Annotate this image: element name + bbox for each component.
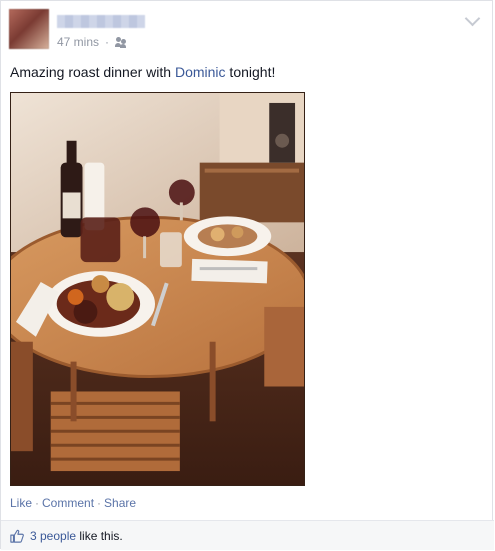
meta-separator: · — [105, 35, 110, 49]
roast-dinner-photo — [11, 93, 304, 485]
action-separator: · — [35, 496, 40, 510]
comment-link[interactable]: Comment — [42, 496, 94, 510]
avatar[interactable] — [9, 9, 49, 49]
like-link[interactable]: Like — [10, 496, 32, 510]
likes-summary: 3 people like this. — [30, 529, 123, 543]
post-text: Amazing roast dinner with Dominic tonigh… — [10, 64, 275, 80]
tagged-person-link[interactable]: Dominic — [175, 64, 226, 80]
likes-suffix: like this. — [76, 528, 123, 543]
likes-bar: 3 people like this. — [1, 520, 494, 550]
post-meta: 47 mins · — [57, 35, 127, 49]
post-header: 47 mins · — [9, 9, 479, 53]
action-separator: · — [97, 496, 102, 510]
friends-icon[interactable] — [115, 36, 127, 48]
post-card: 47 mins · Amazing roast dinner with Domi… — [0, 0, 494, 550]
post-text-after: tonight! — [225, 64, 276, 80]
post-actions: Like · Comment · Share — [10, 496, 136, 510]
post-text-before: Amazing roast dinner with — [10, 64, 175, 80]
share-link[interactable]: Share — [104, 496, 136, 510]
author-name-redacted[interactable] — [57, 15, 145, 28]
timestamp-link[interactable]: 47 mins — [57, 35, 99, 49]
thumbs-up-icon — [10, 529, 24, 543]
likers-link[interactable]: 3 people — [30, 529, 76, 543]
post-photo[interactable] — [10, 92, 305, 486]
